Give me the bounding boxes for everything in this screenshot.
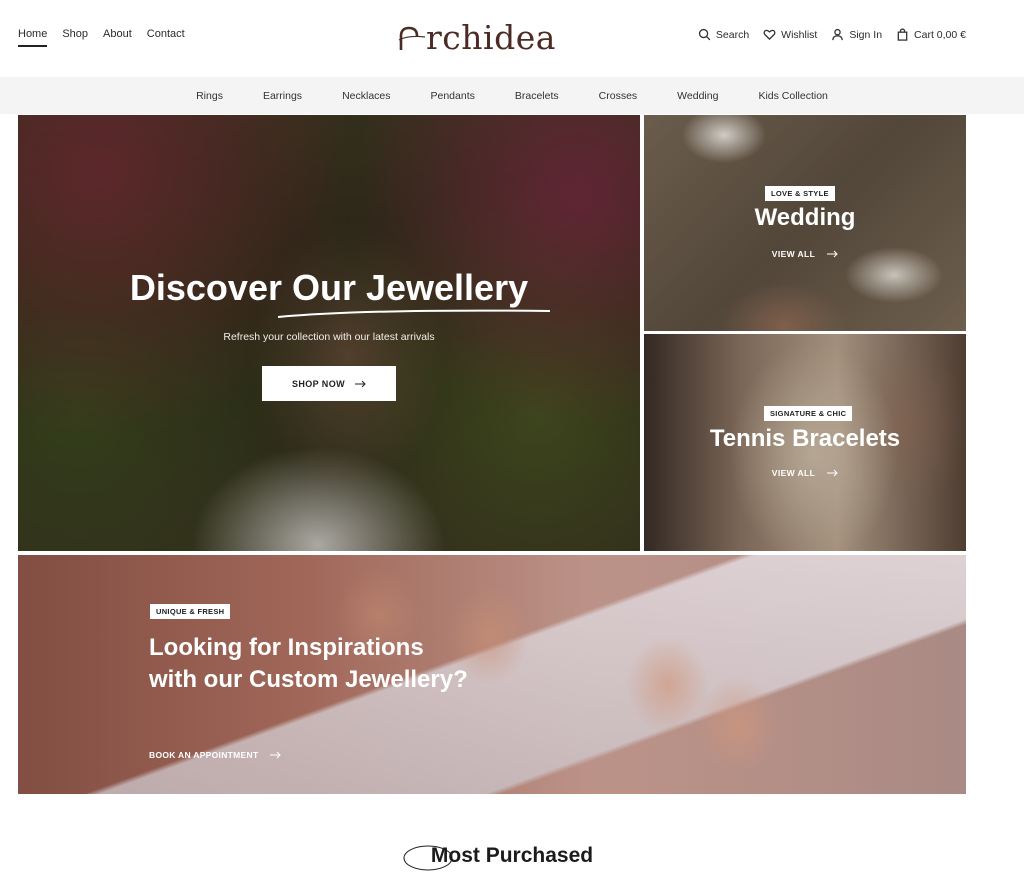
cart-link[interactable]: Cart 0,00 € [896,28,966,41]
wedding-card-title: Wedding [754,204,856,231]
category-bar: Rings Earrings Necklaces Pendants Bracel… [0,77,1024,114]
wedding-view-all-label: VIEW ALL [771,249,816,259]
tennis-bracelets-card-tag: SIGNATURE & CHIC [764,406,853,421]
logo-mark-icon [398,26,426,50]
utility-nav: Search Wishlist Sign In Cart 0,00 € [698,28,966,41]
custom-jewellery-banner: UNIQUE & FRESH Looking for Inspirations … [18,555,966,794]
logo-text: rchidea [426,17,556,57]
category-earrings[interactable]: Earrings [263,90,302,102]
hero-banner: Discover Our Jewellery Refresh your coll… [18,115,640,551]
search-link[interactable]: Search [698,28,749,41]
main-nav: Home Shop About Contact [18,28,185,47]
sign-in-label: Sign In [849,28,883,41]
user-icon [832,28,844,41]
tennis-bracelets-card[interactable]: SIGNATURE & CHIC Tennis Bracelets VIEW A… [644,334,966,551]
most-purchased-title: Most Purchased [430,844,594,867]
hero-underline-swash [277,309,551,318]
shop-now-button[interactable]: SHOP NOW [262,366,396,401]
cart-label: Cart 0,00 € [914,28,966,41]
tennis-bracelets-card-title: Tennis Bracelets [709,425,901,452]
search-label: Search [715,28,750,41]
wedding-card[interactable]: LOVE & STYLE Wedding VIEW ALL [644,115,966,331]
arrow-right-icon [827,469,838,477]
banner-tag: UNIQUE & FRESH [150,604,231,619]
category-pendants[interactable]: Pendants [431,90,475,102]
wedding-card-tag: LOVE & STYLE [765,186,835,201]
nav-home[interactable]: Home [18,28,48,47]
category-necklaces[interactable]: Necklaces [342,90,390,102]
category-bracelets[interactable]: Bracelets [515,90,559,102]
book-appointment-link[interactable]: BOOK AN APPOINTMENT [149,750,282,760]
wishlist-label: Wishlist [781,28,818,41]
hero-title: Discover Our Jewellery [129,267,529,308]
category-crosses[interactable]: Crosses [599,90,638,102]
arrow-right-icon [270,751,282,759]
category-kids-collection[interactable]: Kids Collection [758,90,827,102]
sign-in-link[interactable]: Sign In [831,28,882,41]
shop-now-label: SHOP NOW [291,378,346,389]
hero-subtitle: Refresh your collection with our latest … [223,331,435,343]
tennis-bracelets-view-all-link[interactable]: VIEW ALL [644,468,966,478]
shopping-bag-icon [897,28,908,41]
tennis-bracelets-view-all-label: VIEW ALL [771,468,816,478]
heart-icon [763,29,776,41]
book-appointment-label: BOOK AN APPOINTMENT [149,750,259,760]
logo[interactable]: rchidea [398,14,586,60]
nav-about[interactable]: About [103,28,132,46]
search-icon [698,28,711,41]
arrow-right-icon [355,380,366,387]
site-header: Home Shop About Contact rchidea Search W… [0,0,1024,76]
wishlist-link[interactable]: Wishlist [763,28,817,41]
wedding-view-all-link[interactable]: VIEW ALL [644,249,966,259]
nav-contact[interactable]: Contact [147,28,185,46]
category-rings[interactable]: Rings [196,90,223,102]
banner-title: Looking for Inspirations with our Custom… [149,634,468,693]
category-wedding[interactable]: Wedding [677,90,718,102]
nav-shop[interactable]: Shop [62,28,88,46]
arrow-right-icon [827,250,838,258]
